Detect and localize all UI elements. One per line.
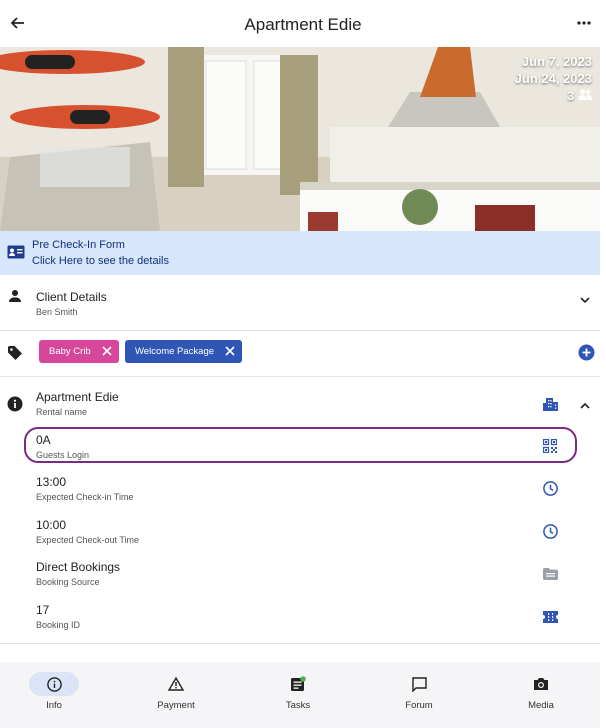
client-name: Ben Smith <box>36 307 78 317</box>
camera-icon <box>516 672 566 696</box>
chevron-down-icon[interactable] <box>580 291 590 309</box>
client-details-row[interactable]: Client Details Ben Smith <box>0 276 600 330</box>
nav-label: Media <box>528 700 554 711</box>
client-details-label: Client Details <box>36 290 107 304</box>
tags-row: Baby Crib Welcome Package <box>0 331 600 376</box>
clock-icon[interactable] <box>542 523 558 539</box>
nav-label: Forum <box>405 700 433 711</box>
warning-icon <box>151 672 201 696</box>
guest-count-value: 3 <box>567 89 574 103</box>
folder-icon <box>542 566 558 582</box>
chat-icon <box>394 672 444 696</box>
stay-dates: Jun 7, 2023 Jun 24, 2023 3 <box>515 53 592 105</box>
bottom-navigation: Info Payment Tasks Forum Media <box>0 662 600 728</box>
detail-row-guests-login[interactable]: 0A Guests Login <box>0 427 600 469</box>
detail-value: 10:00 <box>36 518 67 532</box>
nav-label: Tasks <box>285 700 311 711</box>
nav-info[interactable]: Info <box>14 662 104 728</box>
app-bar: Apartment Edie <box>0 0 606 47</box>
nav-label: Info <box>46 700 62 711</box>
add-tag-icon[interactable] <box>578 344 595 366</box>
remove-tag-icon[interactable] <box>101 345 113 357</box>
tag-label: Welcome Package <box>135 346 215 357</box>
detail-row-rental-name: Apartment Edie Rental name <box>0 384 600 426</box>
clock-icon[interactable] <box>542 480 558 496</box>
check-in-date: Jun 7, 2023 <box>521 54 592 69</box>
pre-checkin-banner[interactable]: Pre Check-In Form Click Here to see the … <box>0 231 600 275</box>
building-icon[interactable] <box>542 396 558 412</box>
nav-payment[interactable]: Payment <box>136 662 226 728</box>
nav-media[interactable]: Media <box>501 662 591 728</box>
tag-label: Baby Crib <box>49 346 91 357</box>
detail-value: 0A <box>36 433 51 447</box>
divider <box>0 643 600 644</box>
ticket-icon[interactable] <box>542 609 558 625</box>
page-title: Apartment Edie <box>244 15 362 34</box>
more-options-icon[interactable] <box>572 11 596 35</box>
detail-label: Booking Source <box>36 577 100 587</box>
divider <box>0 376 600 377</box>
check-out-date: Jun 24, 2023 <box>514 71 592 86</box>
property-photo: Jun 7, 2023 Jun 24, 2023 3 <box>0 47 600 231</box>
detail-row-check-in-time: 13:00 Expected Check-in Time <box>0 469 600 511</box>
remove-tag-icon[interactable] <box>224 345 236 357</box>
tag-chip-welcome-package[interactable]: Welcome Package <box>125 340 242 363</box>
detail-value: Apartment Edie <box>36 390 119 404</box>
detail-row-booking-source: Direct Bookings Booking Source <box>0 554 600 596</box>
nav-tasks[interactable]: Tasks <box>258 662 348 728</box>
people-icon <box>578 88 592 105</box>
guest-count: 3 <box>515 88 592 105</box>
detail-label: Expected Check-in Time <box>36 492 134 502</box>
tasks-icon <box>273 672 323 696</box>
nav-forum[interactable]: Forum <box>379 662 469 728</box>
detail-value: 13:00 <box>36 475 67 489</box>
pre-checkin-subtitle: Click Here to see the details <box>32 255 169 267</box>
id-card-icon <box>7 245 25 264</box>
tag-icon <box>7 345 23 366</box>
detail-value: 17 <box>36 603 50 617</box>
detail-label: Booking ID <box>36 620 81 630</box>
pre-checkin-title: Pre Check-In Form <box>32 239 125 251</box>
tag-chip-baby-crib[interactable]: Baby Crib <box>39 340 119 363</box>
person-icon <box>8 289 22 308</box>
detail-value: Direct Bookings <box>36 560 121 574</box>
nav-label: Payment <box>157 700 195 711</box>
detail-label: Guests Login <box>36 450 90 460</box>
info-icon <box>29 672 79 696</box>
detail-label: Expected Check-out Time <box>36 535 140 545</box>
detail-label: Rental name <box>36 407 88 417</box>
detail-row-check-out-time: 10:00 Expected Check-out Time <box>0 512 600 554</box>
qr-code-icon[interactable] <box>542 438 558 454</box>
detail-row-booking-id: 17 Booking ID <box>0 597 600 639</box>
